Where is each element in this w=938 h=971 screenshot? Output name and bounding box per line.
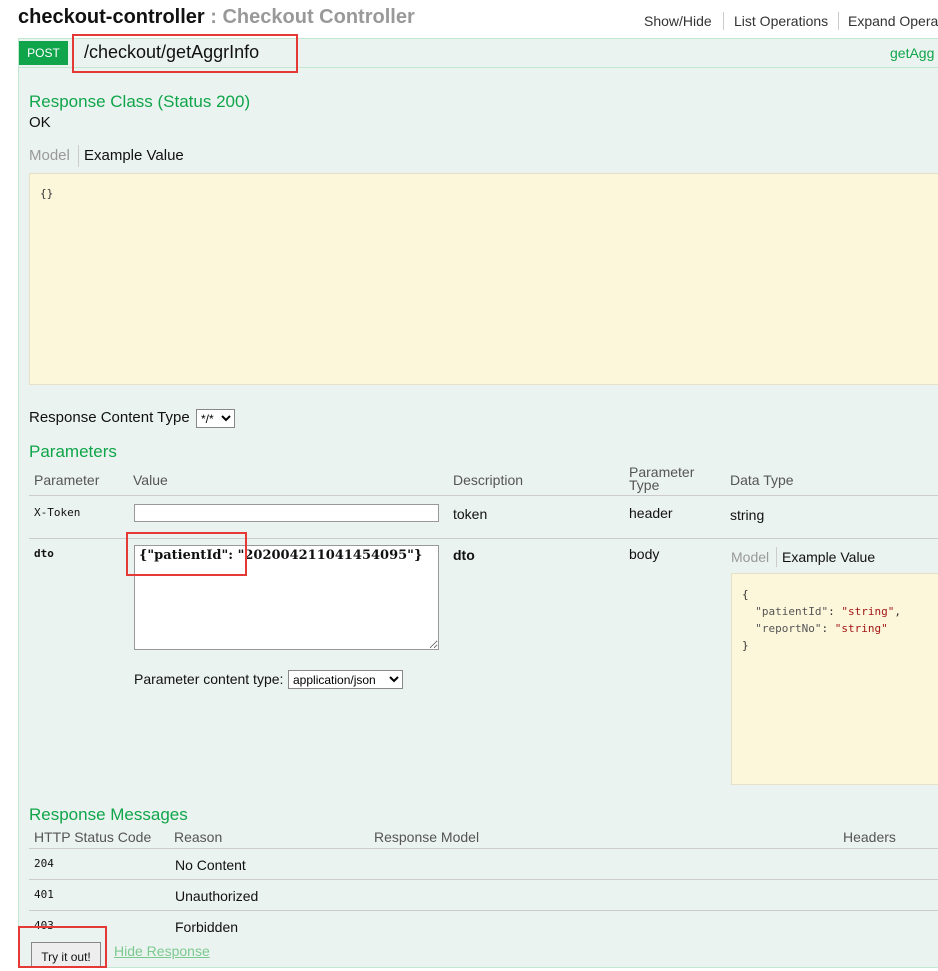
response-class-status: OK (29, 114, 51, 131)
tab-example-value[interactable]: Example Value (782, 549, 875, 565)
controller-separator: : (204, 6, 223, 28)
json-value-reportno: "string" (834, 622, 888, 635)
status-code: 204 (34, 857, 54, 870)
param-type-header: header (629, 505, 673, 521)
hide-response-link[interactable]: Hide Response (114, 943, 210, 959)
response-example-code: {} (40, 187, 54, 200)
response-content-type-label: Response Content Type (29, 409, 190, 426)
param-header-type-line2: Type (629, 477, 660, 493)
tab-divider (776, 547, 777, 567)
x-token-input[interactable] (134, 504, 439, 522)
operation-nickname[interactable]: getAgg (890, 45, 934, 61)
show-hide-link[interactable]: Show/Hide (644, 13, 712, 29)
param-content-type-select[interactable]: application/json (288, 670, 403, 689)
param-header-description: Description (453, 472, 524, 488)
resp-header-response-model: Response Model (374, 829, 480, 845)
http-method-badge[interactable]: POST (19, 41, 68, 65)
json-brace-open: { (742, 588, 749, 601)
highlight-box-path (72, 34, 298, 73)
tab-divider (78, 145, 79, 167)
status-reason: Unauthorized (175, 888, 259, 904)
param-data-type-string: string (730, 507, 765, 523)
dto-example-code: { "patientId": "string", "reportNo": "st… (742, 588, 901, 652)
tab-model[interactable]: Model (29, 147, 70, 164)
resp-header-status-code: HTTP Status Code (34, 829, 152, 845)
highlight-box-try (18, 926, 107, 968)
table-divider (29, 879, 938, 880)
status-reason: No Content (175, 857, 246, 873)
controller-name[interactable]: checkout-controller (18, 6, 205, 28)
json-value-patientid: "string" (841, 605, 895, 618)
json-key-reportno: "reportNo" (755, 622, 822, 635)
param-header-parameter: Parameter (34, 472, 100, 488)
param-type-body: body (629, 546, 660, 562)
table-divider (29, 910, 938, 911)
resp-header-headers: Headers (843, 829, 896, 845)
param-header-parameter-type: Parameter Type (629, 465, 694, 493)
resp-header-reason: Reason (174, 829, 223, 845)
response-example-snippet[interactable] (29, 173, 938, 385)
controller-title[interactable]: checkout-controller : Checkout Controlle… (18, 6, 415, 29)
header-divider (838, 12, 839, 30)
json-key-patientid: "patientId" (755, 605, 829, 618)
param-header-data-type: Data Type (730, 472, 794, 488)
param-header-value: Value (133, 472, 168, 488)
highlight-box-dto (126, 532, 247, 576)
expand-operations-link[interactable]: Expand Operat (848, 13, 938, 29)
response-messages-title: Response Messages (29, 805, 188, 824)
response-content-type-select[interactable]: */* (196, 409, 235, 428)
table-divider (29, 495, 938, 496)
table-divider (29, 848, 938, 849)
status-code: 401 (34, 888, 54, 901)
parameters-title: Parameters (29, 442, 117, 461)
tab-example-value[interactable]: Example Value (84, 147, 184, 164)
param-name-x-token: X-Token (34, 506, 81, 519)
param-content-type-label: Parameter content type: (134, 671, 284, 687)
header-divider (723, 12, 724, 30)
status-reason: Forbidden (175, 919, 239, 935)
list-operations-link[interactable]: List Operations (734, 13, 828, 29)
response-class-title: Response Class (Status 200) (29, 92, 251, 111)
param-description-dto: dto (453, 547, 475, 563)
param-name-dto: dto (34, 547, 54, 560)
controller-description: Checkout Controller (222, 6, 415, 28)
param-description-token: token (453, 506, 488, 522)
tab-model[interactable]: Model (731, 549, 769, 565)
json-brace-close: } (742, 639, 749, 652)
